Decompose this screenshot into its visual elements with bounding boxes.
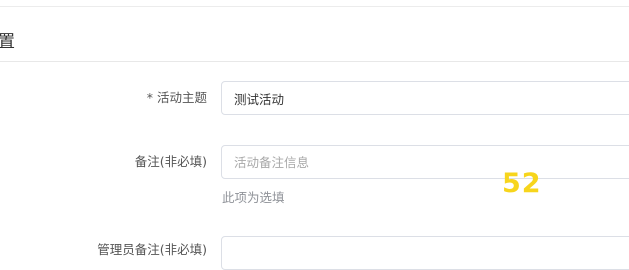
watermark-logo: 52 — [502, 168, 542, 199]
note-help-text: 此项为选填 — [222, 190, 285, 205]
admin-note-input[interactable] — [221, 236, 629, 270]
theme-label-text: 活动主题 — [156, 90, 207, 105]
admin-note-label: 管理员备注(非必填) — [97, 242, 207, 257]
required-mark: * — [146, 90, 153, 105]
theme-input[interactable] — [221, 81, 629, 115]
note-input[interactable] — [221, 145, 629, 179]
watermark: 52 — [502, 170, 542, 198]
top-bar — [0, 0, 629, 7]
section-title: 置 — [0, 32, 15, 52]
note-label: 备注(非必填) — [134, 154, 207, 169]
theme-label: * 活动主题 — [147, 89, 207, 107]
section-divider — [0, 61, 629, 62]
